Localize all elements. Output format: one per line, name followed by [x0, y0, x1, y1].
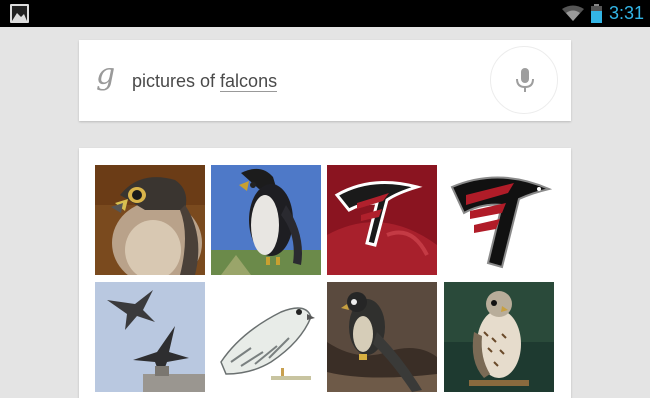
query-keyword: falcons	[220, 71, 278, 92]
falcon-photo	[95, 165, 205, 275]
image-result[interactable]	[211, 282, 321, 392]
image-result[interactable]	[327, 282, 437, 392]
image-result[interactable]	[211, 165, 321, 275]
wifi-icon	[562, 5, 584, 21]
image-result[interactable]	[444, 282, 554, 392]
falcons-logo-image	[444, 165, 554, 275]
search-card[interactable]: g pictures of falcons	[79, 40, 571, 121]
google-logo: g	[96, 57, 116, 92]
battery-icon	[591, 4, 602, 23]
status-clock: 3:31	[609, 3, 645, 23]
falcon-photo	[95, 282, 205, 392]
microphone-icon	[516, 68, 534, 92]
query-prefix: pictures of	[132, 71, 221, 91]
image-result[interactable]	[95, 282, 205, 392]
falcon-photo	[211, 165, 321, 275]
falcons-logo-image	[327, 165, 437, 275]
falcon-drawing	[211, 282, 321, 392]
image-result[interactable]	[444, 165, 554, 275]
search-query[interactable]: pictures of falcons	[132, 70, 278, 92]
falcon-photo	[327, 282, 437, 392]
image-results-card	[79, 148, 571, 398]
image-result[interactable]	[95, 165, 205, 275]
image-result[interactable]	[327, 165, 437, 275]
falcon-photo	[444, 282, 554, 392]
gallery-icon[interactable]	[10, 4, 29, 23]
status-bar: 3:31	[0, 0, 650, 27]
voice-search-button[interactable]	[490, 46, 558, 114]
